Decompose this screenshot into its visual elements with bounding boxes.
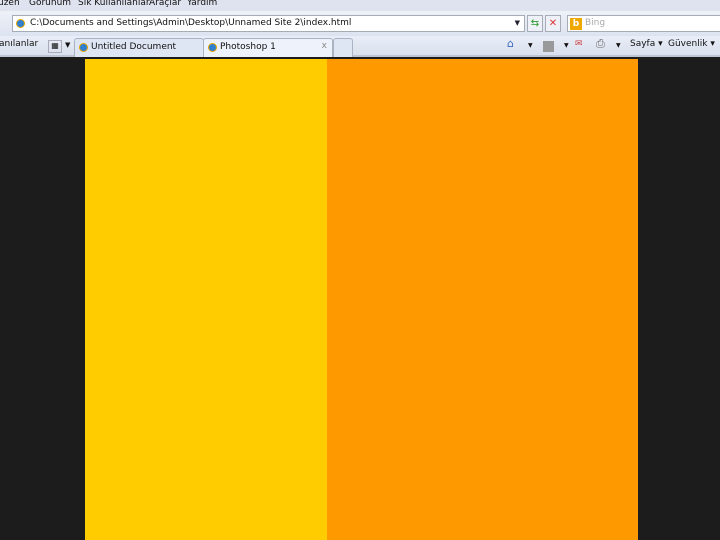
security-menu-button[interactable]: Güvenlik ▾	[668, 39, 715, 49]
favorites-button[interactable]: anılanlar	[0, 39, 38, 49]
menu-item-edit[interactable]: üzen	[0, 0, 20, 8]
ie-icon	[79, 43, 88, 52]
bing-icon: b	[570, 18, 582, 30]
tab-bar: anılanlar ▦ ▼ Untitled Document Photosho…	[0, 36, 720, 57]
yellow-column	[85, 59, 327, 540]
chevron-down-icon[interactable]: ▼	[515, 19, 520, 27]
feed-chevron-icon[interactable]: ▼	[564, 42, 569, 49]
page-content	[85, 59, 638, 540]
print-chevron-icon[interactable]: ▼	[616, 42, 621, 49]
print-icon[interactable]: ⎙	[596, 37, 605, 51]
rss-feed-icon[interactable]	[543, 41, 554, 52]
tab-label: Photoshop 1	[220, 42, 276, 52]
address-url[interactable]: C:\Documents and Settings\Admin\Desktop\…	[30, 18, 351, 28]
tab-label: Untitled Document	[91, 42, 177, 52]
new-tab-button[interactable]	[333, 38, 353, 57]
menu-item-view[interactable]: Görünüm	[29, 0, 71, 8]
mail-icon[interactable]: ✉	[575, 39, 583, 49]
tab-untitled-document[interactable]: Untitled Document	[74, 38, 204, 57]
address-input[interactable]: C:\Documents and Settings\Admin\Desktop\…	[12, 15, 525, 32]
home-chevron-icon[interactable]: ▼	[528, 42, 533, 49]
orange-column	[327, 59, 638, 540]
menu-item-help[interactable]: Yardım	[187, 0, 217, 8]
page-menu-button[interactable]: Sayfa ▾	[630, 39, 663, 49]
search-input[interactable]: b Bing	[567, 15, 720, 32]
quick-tabs-icon[interactable]: ▦	[48, 40, 62, 53]
menu-bar: üzen Görünüm Sık Kullanılanlar Araçlar Y…	[0, 0, 720, 11]
home-icon[interactable]: ⌂	[507, 37, 514, 50]
tab-photoshop-1[interactable]: Photoshop 1 x	[203, 38, 333, 57]
stop-button[interactable]: ✕	[545, 15, 561, 32]
search-placeholder: Bing	[585, 18, 606, 28]
close-tab-icon[interactable]: x	[322, 41, 327, 51]
menu-item-favorites[interactable]: Sık Kullanılanlar	[78, 0, 150, 8]
menu-item-tools[interactable]: Araçlar	[149, 0, 181, 8]
ie-page-icon	[16, 19, 25, 28]
ie-icon	[208, 43, 217, 52]
address-bar-row: C:\Documents and Settings\Admin\Desktop\…	[0, 11, 720, 36]
tab-list-chevron-icon[interactable]: ▼	[65, 41, 70, 49]
refresh-button[interactable]: ⇆	[527, 15, 543, 32]
